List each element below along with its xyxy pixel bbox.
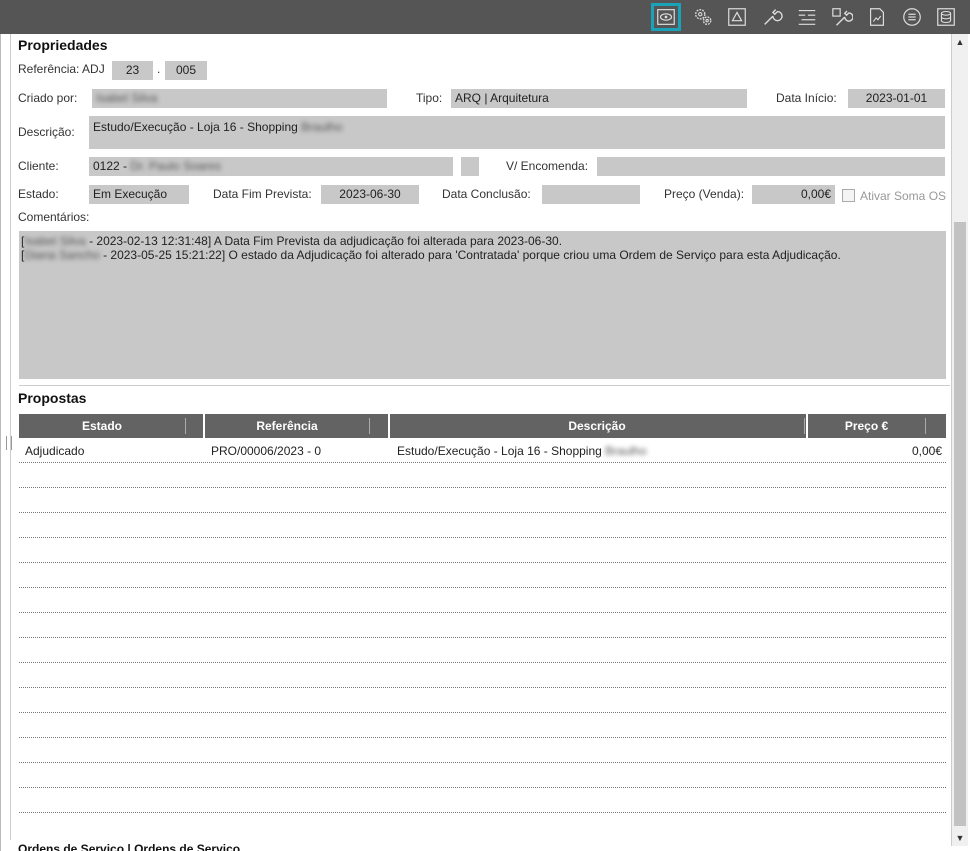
warning-icon	[728, 8, 746, 26]
descricao-field[interactable]: Estudo/Execução - Loja 16 - Shopping Bra…	[89, 116, 945, 149]
soma-os-label: Ativar Soma OS	[860, 189, 947, 203]
table-row[interactable]	[19, 638, 946, 663]
settings-button[interactable]	[688, 3, 718, 31]
comments-box[interactable]: [Isabel Silva - 2023-02-13 12:31:48] A D…	[19, 231, 946, 379]
alert-button[interactable]	[722, 3, 752, 31]
database-button[interactable]	[931, 3, 961, 31]
table-row[interactable]	[19, 663, 946, 688]
tools-icon	[832, 8, 853, 26]
table-row[interactable]	[19, 688, 946, 713]
descricao-value: Estudo/Execução - Loja 16 - Shopping	[93, 120, 298, 134]
comment-line: [Diana Sancho - 2023-05-25 15:21:22] O e…	[21, 248, 841, 262]
top-toolbar	[0, 0, 970, 34]
referencia-dot: .	[157, 62, 161, 76]
comentarios-label: Comentários:	[18, 210, 90, 224]
comment-text: - 2023-05-25 15:21:22] O estado da Adjud…	[103, 248, 841, 262]
view-button[interactable]	[651, 3, 681, 31]
col-separator	[185, 418, 186, 434]
soma-os-checkbox[interactable]	[842, 189, 855, 202]
gears-icon	[694, 8, 712, 26]
comment-author: Isabel Silva	[24, 234, 86, 248]
table-row[interactable]	[19, 538, 946, 563]
data-fim-field[interactable]: 2023-06-30	[321, 185, 419, 204]
cliente-blur: Dr. Paulo Soares	[130, 159, 222, 173]
data-conclusao-label: Data Conclusão:	[442, 187, 531, 201]
referencia-label: Referência: ADJ	[18, 62, 105, 76]
descricao-blur: Braulho	[301, 120, 343, 134]
cliente-extra-field[interactable]	[461, 157, 479, 176]
comment-author: Diana Sancho	[24, 248, 100, 262]
document-icon	[869, 8, 885, 26]
cliente-field[interactable]: 0122 - Dr. Paulo Soares	[89, 157, 453, 176]
table-row[interactable]: Adjudicado PRO/00006/2023 - 0 Estudo/Exe…	[19, 438, 946, 463]
comment-text: - 2023-02-13 12:31:48] A Data Fim Previs…	[89, 234, 563, 248]
comment-line: [Isabel Silva - 2023-02-13 12:31:48] A D…	[21, 234, 563, 248]
preco-field[interactable]: 0,00€	[752, 185, 835, 204]
row-descricao-text: Estudo/Execução - Loja 16 - Shopping	[397, 444, 602, 458]
vertical-scrollbar[interactable]: ▲ ▼	[951, 34, 968, 846]
propostas-table-header: Estado Referência Descrição Preço €	[19, 414, 946, 438]
referencia-year-field[interactable]: 23	[112, 61, 153, 80]
row-descricao-blur: Braulho	[605, 444, 647, 458]
hierarchy-list-icon	[798, 9, 816, 25]
maintenance-button[interactable]	[827, 3, 857, 31]
list-button[interactable]	[897, 3, 927, 31]
col-preco[interactable]: Preço €	[808, 414, 925, 438]
database-icon	[937, 8, 955, 26]
next-section-title: Ordens de Serviço | Ordens de Serviço	[18, 842, 241, 851]
data-fim-label: Data Fim Prevista:	[213, 187, 312, 201]
encomenda-field[interactable]	[597, 157, 945, 176]
propostas-title: Propostas	[18, 390, 87, 406]
table-row[interactable]	[19, 463, 946, 488]
criado-por-value: Isabel Silva	[96, 91, 158, 105]
scroll-up-icon[interactable]: ▲	[952, 34, 968, 50]
table-row[interactable]	[19, 713, 946, 738]
col-estado[interactable]: Estado	[19, 414, 185, 438]
col-descricao[interactable]: Descrição	[390, 414, 804, 438]
data-inicio-field[interactable]: 2023-01-01	[848, 89, 945, 108]
table-row[interactable]	[19, 763, 946, 788]
row-preco: 0,00€	[911, 444, 942, 458]
tools-button[interactable]	[757, 3, 787, 31]
scrollbar-thumb[interactable]	[954, 222, 966, 826]
list-circle-icon	[903, 8, 921, 26]
row-descricao: Estudo/Execução - Loja 16 - Shopping Bra…	[397, 444, 647, 458]
row-referencia: PRO/00006/2023 - 0	[211, 444, 322, 458]
cliente-label: Cliente:	[18, 159, 59, 173]
col-referencia[interactable]: Referência	[205, 414, 369, 438]
wrench-icon	[764, 9, 783, 25]
table-row[interactable]	[19, 613, 946, 638]
table-row[interactable]	[19, 588, 946, 613]
estado-field[interactable]: Em Execução	[89, 185, 189, 204]
estado-label: Estado:	[18, 187, 59, 201]
cliente-value: 0122 -	[93, 159, 128, 173]
scroll-down-icon[interactable]: ▼	[952, 830, 968, 846]
table-row[interactable]	[19, 513, 946, 538]
eye-icon	[657, 9, 675, 25]
col-separator	[925, 418, 926, 434]
data-inicio-label: Data Início:	[776, 91, 837, 105]
preco-label: Preço (Venda):	[664, 187, 745, 201]
main-content: Propriedades Referência: ADJ 23 . 005 Cr…	[10, 34, 950, 840]
tipo-field[interactable]: ARQ | Arquitetura	[451, 89, 747, 108]
document-button[interactable]	[862, 3, 892, 31]
table-row[interactable]	[19, 788, 946, 813]
table-row[interactable]	[19, 738, 946, 763]
left-panel-edge	[0, 34, 1, 851]
descricao-label: Descrição:	[18, 125, 75, 139]
section-divider	[19, 385, 950, 386]
table-row[interactable]	[19, 563, 946, 588]
properties-title: Propriedades	[18, 37, 108, 53]
criado-por-label: Criado por:	[18, 91, 78, 105]
encomenda-label: V/ Encomenda:	[506, 159, 589, 173]
row-estado: Adjudicado	[25, 444, 85, 458]
data-conclusao-field[interactable]	[542, 185, 640, 204]
col-separator	[804, 418, 805, 434]
referencia-number-field[interactable]: 005	[165, 61, 207, 80]
criado-por-field[interactable]: Isabel Silva	[92, 89, 387, 108]
table-row[interactable]	[19, 488, 946, 513]
col-separator	[369, 418, 370, 434]
tipo-label: Tipo:	[416, 91, 443, 105]
structure-button[interactable]	[792, 3, 822, 31]
